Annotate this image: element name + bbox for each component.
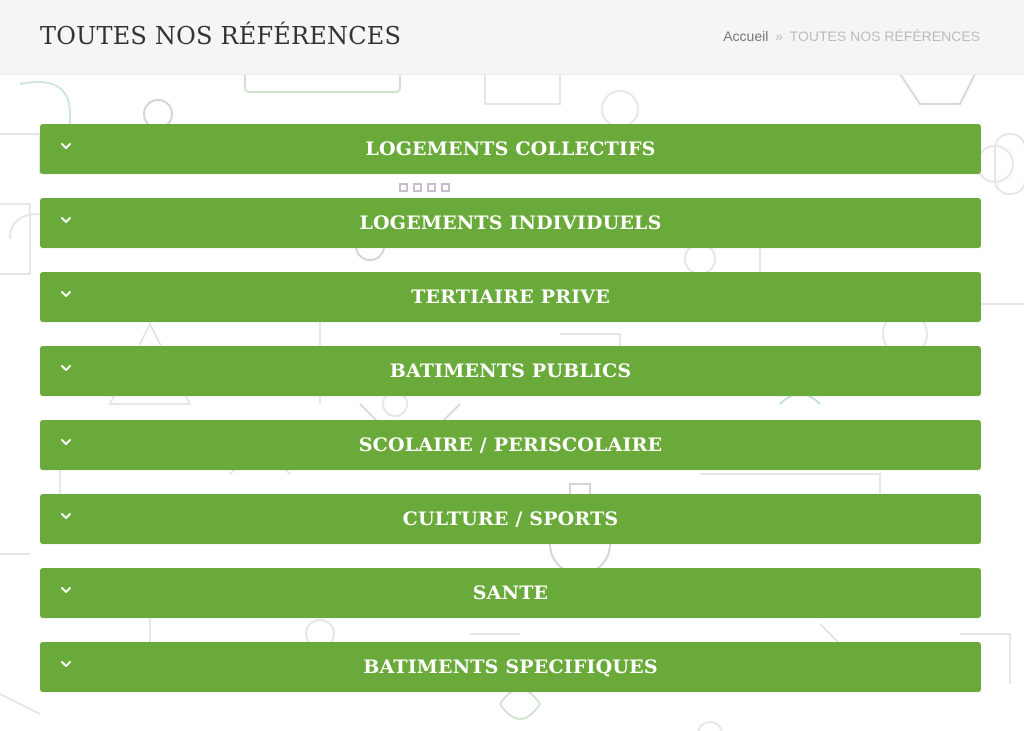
page: TOUTES NOS RÉFÉRENCES Accueil » TOUTES N… <box>0 0 1024 731</box>
references-accordion: LOGEMENTS COLLECTIFS LOGEMENTS INDIVIDUE… <box>40 124 981 716</box>
breadcrumb-separator: » <box>775 28 784 44</box>
accordion-item-label: TERTIAIRE PRIVE <box>411 286 610 308</box>
accordion-item-label: SCOLAIRE / PERISCOLAIRE <box>358 434 663 456</box>
accordion-item-label: BATIMENTS PUBLICS <box>389 360 632 382</box>
breadcrumb-current: TOUTES NOS RÉFÉRENCES <box>789 28 980 44</box>
breadcrumb: Accueil » TOUTES NOS RÉFÉRENCES <box>723 28 980 44</box>
accordion-item-label: LOGEMENTS INDIVIDUELS <box>359 212 662 234</box>
accordion-item-culture-sports[interactable]: CULTURE / SPORTS <box>40 494 981 544</box>
accordion-item-batiments-publics[interactable]: BATIMENTS PUBLICS <box>40 346 981 396</box>
accordion-item-scolaire-periscolaire[interactable]: SCOLAIRE / PERISCOLAIRE <box>40 420 981 470</box>
accordion-item-logements-collectifs[interactable]: LOGEMENTS COLLECTIFS <box>40 124 981 174</box>
page-title: TOUTES NOS RÉFÉRENCES <box>40 22 402 50</box>
breadcrumb-home-link[interactable]: Accueil <box>723 28 768 44</box>
accordion-item-logements-individuels[interactable]: LOGEMENTS INDIVIDUELS <box>40 198 981 248</box>
accordion-item-label: BATIMENTS SPECIFIQUES <box>363 656 658 678</box>
page-header: TOUTES NOS RÉFÉRENCES Accueil » TOUTES N… <box>0 0 1024 75</box>
accordion-item-label: SANTE <box>472 582 549 604</box>
accordion-item-sante[interactable]: SANTE <box>40 568 981 618</box>
accordion-item-label: LOGEMENTS COLLECTIFS <box>365 138 656 160</box>
accordion-item-batiments-specifiques[interactable]: BATIMENTS SPECIFIQUES <box>40 642 981 692</box>
accordion-item-tertiaire-prive[interactable]: TERTIAIRE PRIVE <box>40 272 981 322</box>
accordion-item-label: CULTURE / SPORTS <box>402 508 619 530</box>
